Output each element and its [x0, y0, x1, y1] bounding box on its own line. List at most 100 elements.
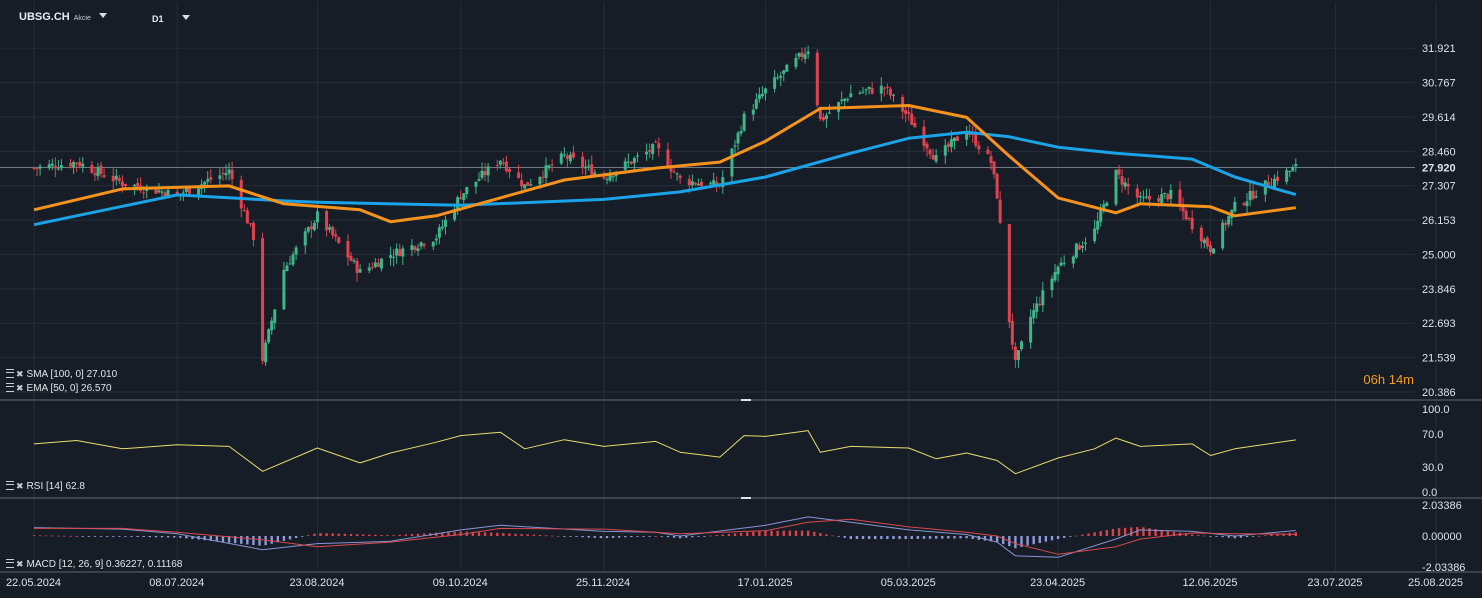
candle[interactable]: [230, 169, 234, 180]
candle[interactable]: [117, 177, 121, 182]
candle[interactable]: [352, 260, 356, 262]
candle[interactable]: [1227, 216, 1231, 225]
settings-icon[interactable]: [6, 369, 14, 378]
candle[interactable]: [1120, 176, 1124, 185]
candle[interactable]: [264, 342, 268, 363]
candle[interactable]: [416, 248, 420, 252]
candle[interactable]: [133, 184, 137, 187]
candle[interactable]: [69, 162, 73, 167]
candle[interactable]: [111, 175, 115, 182]
candle[interactable]: [986, 149, 990, 154]
settings-icon[interactable]: [6, 383, 14, 392]
candle[interactable]: [477, 179, 481, 181]
candle[interactable]: [1251, 190, 1255, 199]
candle[interactable]: [99, 165, 103, 174]
candle[interactable]: [523, 184, 527, 189]
ema-legend[interactable]: ✖ EMA [50, 0] 26.570: [6, 383, 112, 394]
candle[interactable]: [1114, 170, 1118, 205]
candle[interactable]: [538, 177, 542, 185]
candle[interactable]: [742, 113, 746, 131]
candle[interactable]: [763, 88, 767, 94]
candle[interactable]: [1041, 290, 1045, 306]
candle[interactable]: [96, 167, 100, 176]
candle[interactable]: [282, 269, 286, 310]
candle[interactable]: [462, 193, 466, 200]
candle[interactable]: [325, 210, 329, 231]
candle[interactable]: [1184, 210, 1188, 220]
candle[interactable]: [224, 173, 228, 176]
candle[interactable]: [1123, 182, 1127, 187]
candle[interactable]: [203, 181, 207, 185]
close-icon[interactable]: ✖: [16, 383, 24, 393]
candle[interactable]: [1163, 192, 1167, 194]
candle[interactable]: [181, 192, 185, 194]
candle[interactable]: [693, 182, 697, 185]
candle[interactable]: [398, 249, 402, 256]
candle[interactable]: [1202, 239, 1206, 244]
candle[interactable]: [629, 161, 633, 164]
candle[interactable]: [1007, 224, 1011, 323]
candle[interactable]: [160, 191, 164, 193]
candle[interactable]: [989, 156, 993, 163]
candle[interactable]: [891, 94, 895, 96]
candle[interactable]: [1245, 201, 1249, 206]
candle[interactable]: [331, 226, 335, 236]
candle[interactable]: [309, 226, 313, 230]
candle[interactable]: [206, 179, 210, 182]
candle[interactable]: [712, 180, 716, 185]
pane-resize-handle[interactable]: [741, 399, 751, 401]
candle[interactable]: [35, 168, 39, 170]
candle[interactable]: [1032, 310, 1036, 319]
candle[interactable]: [696, 183, 700, 186]
candle[interactable]: [242, 210, 246, 212]
candle[interactable]: [367, 267, 371, 271]
candle[interactable]: [218, 175, 222, 179]
candle[interactable]: [605, 178, 609, 180]
candle[interactable]: [687, 179, 691, 186]
candle[interactable]: [1056, 266, 1060, 275]
candle[interactable]: [1099, 209, 1103, 222]
candle[interactable]: [1294, 163, 1298, 167]
candle[interactable]: [395, 248, 399, 256]
candle[interactable]: [733, 145, 737, 147]
candle[interactable]: [267, 329, 271, 343]
settings-icon[interactable]: [6, 559, 14, 568]
candle[interactable]: [328, 227, 332, 230]
candle[interactable]: [1160, 194, 1164, 204]
timeframe-dropdown-icon[interactable]: [181, 15, 190, 20]
candle[interactable]: [93, 173, 97, 176]
candle[interactable]: [456, 197, 460, 209]
candle[interactable]: [861, 91, 865, 93]
candle[interactable]: [843, 98, 847, 101]
candle[interactable]: [672, 171, 676, 173]
candle[interactable]: [974, 133, 978, 146]
candle[interactable]: [1016, 350, 1020, 361]
candle[interactable]: [709, 182, 713, 185]
candle[interactable]: [1138, 195, 1142, 198]
candle[interactable]: [1074, 243, 1078, 258]
candle[interactable]: [1221, 222, 1225, 249]
candle[interactable]: [346, 241, 350, 258]
candle[interactable]: [1285, 170, 1289, 182]
candle[interactable]: [379, 258, 383, 269]
candle[interactable]: [1212, 248, 1216, 254]
candle[interactable]: [782, 70, 786, 74]
candle[interactable]: [1077, 244, 1081, 250]
candle[interactable]: [1291, 166, 1295, 172]
candle[interactable]: [114, 175, 118, 180]
candle[interactable]: [943, 145, 947, 156]
candle[interactable]: [648, 150, 652, 152]
candle[interactable]: [440, 226, 444, 229]
candle[interactable]: [800, 52, 804, 58]
candle[interactable]: [928, 149, 932, 155]
candle[interactable]: [815, 52, 819, 106]
candle[interactable]: [1059, 262, 1063, 266]
candle[interactable]: [261, 238, 265, 361]
candle[interactable]: [227, 169, 231, 174]
candle[interactable]: [565, 155, 569, 159]
candle[interactable]: [870, 87, 874, 94]
candle[interactable]: [952, 137, 956, 142]
candle[interactable]: [977, 145, 981, 150]
candle[interactable]: [559, 153, 563, 164]
candle[interactable]: [1242, 203, 1246, 205]
